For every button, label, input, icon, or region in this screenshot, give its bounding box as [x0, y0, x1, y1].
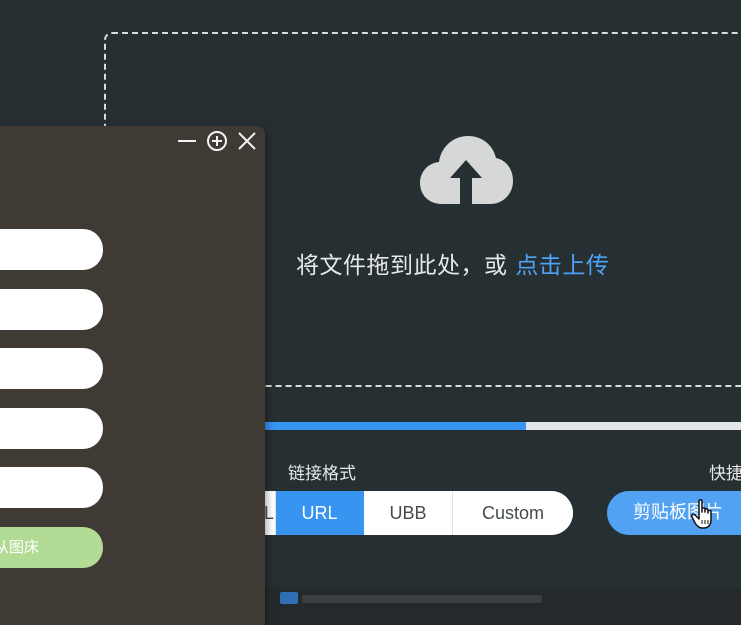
drop-instruction-text: 将文件拖到此处，或 — [296, 253, 508, 279]
link-format-label: 链接格式 — [288, 464, 356, 484]
click-upload-link[interactable]: 点击上传 — [515, 253, 609, 279]
format-option-ubb[interactable]: UBB — [364, 491, 453, 535]
cloud-upload-icon[interactable] — [418, 132, 514, 208]
panel-input-3[interactable] — [0, 348, 103, 389]
close-icon[interactable] — [236, 130, 258, 152]
add-circle-icon[interactable] — [206, 130, 228, 152]
upload-progress-fill — [240, 422, 526, 430]
drop-instruction: 将文件拖到此处，或 点击上传 — [296, 246, 609, 280]
link-format-selector: L URL UBB Custom — [226, 491, 573, 535]
hand-pointer-icon — [691, 499, 712, 529]
minimize-icon[interactable] — [176, 130, 198, 152]
panel-window-controls — [176, 130, 258, 152]
panel-input-4[interactable] — [0, 408, 103, 449]
bottom-area — [265, 588, 741, 625]
shortcut-label: 快捷 — [709, 464, 741, 484]
bottom-text-fragment — [302, 595, 542, 603]
panel-input-2[interactable] — [0, 289, 103, 330]
panel-input-1[interactable] — [0, 229, 103, 270]
upload-progress-bar — [240, 422, 741, 430]
format-option-url[interactable]: URL — [276, 491, 364, 535]
bottom-link-fragment — [280, 592, 298, 604]
from-image-host-button[interactable]: 从图床 — [0, 527, 103, 568]
screen: 将文件拖到此处，或 点击上传 链接格式 快捷 L URL UBB Custom … — [0, 0, 741, 625]
from-image-host-label: 从图床 — [0, 538, 40, 556]
format-option-custom[interactable]: Custom — [453, 491, 573, 535]
clipboard-image-button[interactable]: 剪贴板图片 — [607, 491, 741, 535]
panel-input-5[interactable] — [0, 467, 103, 508]
